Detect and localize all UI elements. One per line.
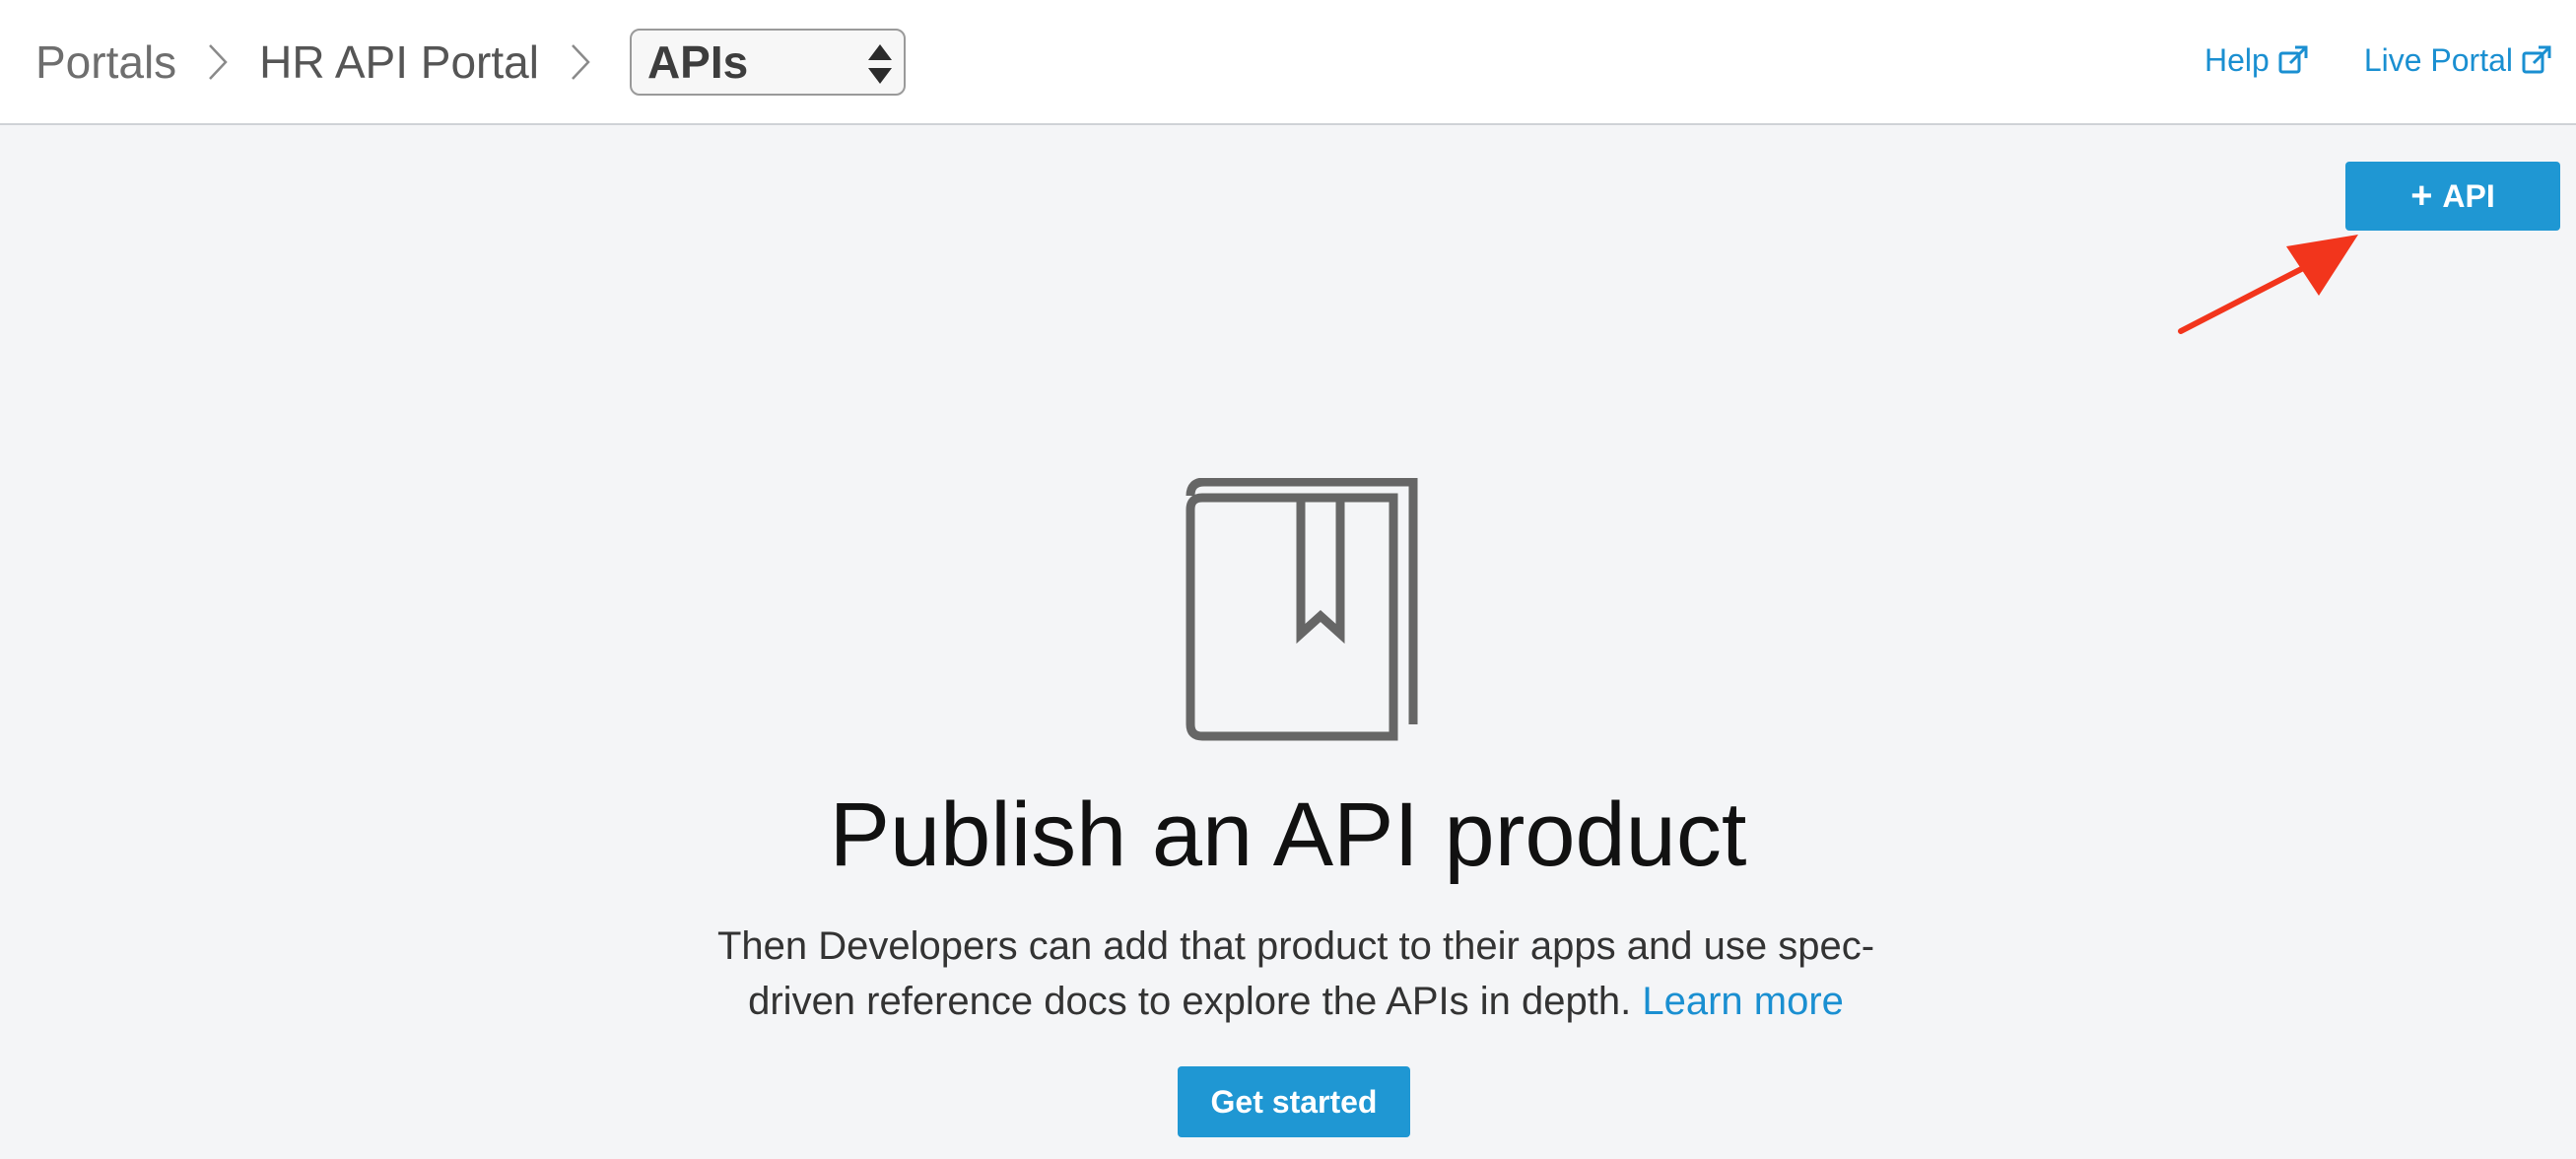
section-select[interactable]: APIs [629,28,906,96]
plus-icon: + [2410,175,2433,217]
header-links: Help Live Portal [2204,0,2552,120]
live-portal-link[interactable]: Live Portal [2364,42,2552,79]
annotation-arrow-icon [2178,235,2358,334]
external-link-icon [2522,45,2551,74]
top-header: Portals HR API Portal APIs Help Live Por… [0,0,2576,125]
add-api-button[interactable]: + API [2345,162,2560,231]
book-bookmark-icon [1186,478,1418,741]
empty-state-description: Then Developers can add that product to … [670,919,1922,1029]
breadcrumb-portals-link[interactable]: Portals [35,35,176,89]
get-started-button[interactable]: Get started [1178,1066,1410,1137]
breadcrumb-portal-name-link[interactable]: HR API Portal [259,35,539,89]
learn-more-link[interactable]: Learn more [1642,980,1844,1023]
help-link-label: Help [2204,41,2270,78]
add-api-button-label: API [2442,177,2495,214]
help-link[interactable]: Help [2204,42,2309,79]
select-arrows-icon [866,42,894,86]
live-portal-link-label: Live Portal [2363,41,2513,78]
breadcrumb: Portals HR API Portal APIs [35,0,906,123]
section-select-value: APIs [646,35,749,88]
breadcrumb-chevron-icon [200,37,236,87]
breadcrumb-chevron-icon [563,37,598,87]
external-link-icon [2278,45,2308,74]
empty-state-title: Publish an API product [829,784,1747,885]
